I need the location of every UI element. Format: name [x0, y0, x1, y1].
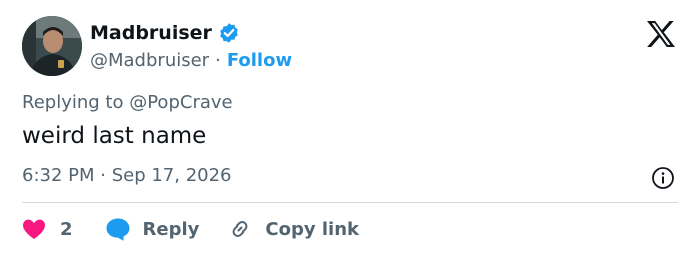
reply-label: Reply [142, 218, 200, 240]
tweet-timestamp[interactable]: 6:32 PM · Sep 17, 2026 [22, 165, 232, 186]
heart-icon [22, 218, 46, 240]
avatar[interactable] [22, 16, 82, 76]
separator-dot: · [215, 49, 221, 71]
like-count: 2 [60, 218, 73, 240]
reply-context: Replying to @PopCrave [22, 92, 233, 113]
copy-link-button[interactable]: Copy link [227, 216, 359, 242]
verified-badge-icon [218, 22, 240, 44]
info-icon[interactable] [651, 166, 675, 190]
follow-button[interactable]: Follow [227, 50, 292, 71]
x-logo-icon[interactable] [646, 20, 676, 48]
reply-button[interactable]: Reply [105, 217, 228, 241]
reply-context-prefix: Replying to [22, 92, 124, 113]
author-handle[interactable]: @Madbruiser [90, 50, 209, 71]
speech-bubble-icon [105, 217, 131, 241]
action-bar: 2 Reply Copy link [22, 213, 359, 245]
author-display-name[interactable]: Madbruiser [90, 22, 212, 44]
divider [22, 202, 678, 203]
tweet-text: weird last name [22, 123, 207, 149]
reply-context-mention[interactable]: @PopCrave [129, 92, 232, 113]
author-handle-row: @Madbruiser · Follow [90, 46, 292, 74]
like-button[interactable]: 2 [22, 218, 105, 240]
link-icon [227, 216, 253, 242]
author-name-row: Madbruiser [90, 18, 240, 48]
avatar-image [22, 16, 82, 76]
copy-link-label: Copy link [265, 218, 359, 240]
tweet-card: Madbruiser @Madbruiser · Follow Replying… [0, 0, 700, 256]
